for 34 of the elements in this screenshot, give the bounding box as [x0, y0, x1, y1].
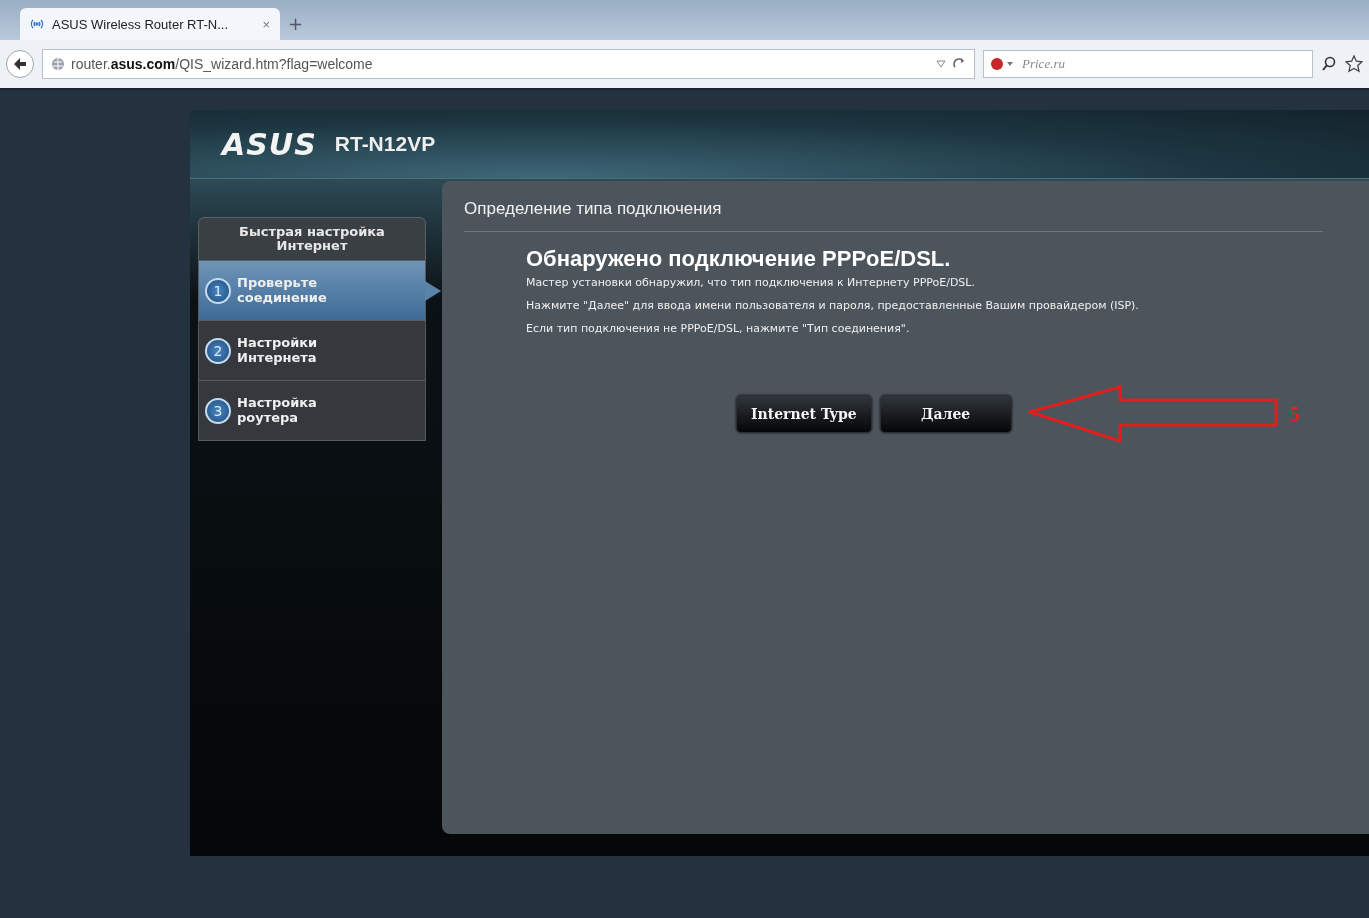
sidebar-title: Быстрая настройка Интернет — [198, 217, 426, 261]
panel-title: Определение типа подключения — [464, 199, 1323, 232]
step-label: Настройка роутера — [237, 395, 318, 426]
step-number: 1 — [205, 277, 231, 304]
dropdown-icon[interactable] — [936, 60, 946, 68]
search-icon[interactable] — [1321, 56, 1337, 72]
info-text: Нажмите "Далее" для ввода имени пользователя и пароля, предоставленные Вашим провайдером (ISP). — [526, 299, 1140, 312]
address-field[interactable]: router.asus.com/QIS_wizard.htm?flag=welcome — [42, 49, 975, 79]
wizard-step[interactable]: 2 Настройки Интернета — [198, 321, 426, 381]
back-button[interactable] — [6, 50, 34, 78]
brand-logo: ASUS — [222, 126, 317, 162]
globe-icon — [51, 57, 65, 71]
info-text: Если тип подключения не PPPoE/DSL, нажмите "Тип соединения". — [526, 322, 911, 335]
new-tab-button[interactable]: + — [288, 13, 304, 34]
step-label: Проверьте соединение — [237, 275, 328, 306]
browser-tab[interactable]: ASUS Wireless Router RT-N... × — [20, 8, 280, 40]
close-icon[interactable]: × — [262, 16, 270, 32]
model-name: RT-N12VP — [334, 132, 436, 156]
wizard-step[interactable]: 3 Настройка роутера — [198, 381, 426, 441]
url-text: router.asus.com/QIS_wizard.htm?flag=welcome — [71, 56, 374, 72]
step-number: 2 — [205, 337, 231, 364]
star-icon[interactable] — [1345, 55, 1363, 73]
step-number: 3 — [205, 397, 231, 424]
wireless-icon — [30, 18, 44, 30]
step-label: Настройки Интернета — [237, 335, 319, 366]
wizard-button[interactable]: Internet Type — [736, 395, 872, 433]
annotation-number: 5 — [1289, 402, 1300, 426]
result-heading: Обнаружено подключение PPPoE/DSL. — [526, 246, 952, 272]
info-text: Мастер установки обнаружил, что тип подключения к Интернету PPPoE/DSL. — [526, 276, 976, 289]
search-engine-icon — [990, 57, 1014, 71]
search-field[interactable]: Price.ru — [983, 50, 1313, 78]
tab-title: ASUS Wireless Router RT-N... — [52, 16, 230, 32]
wizard-button[interactable]: Далее — [879, 395, 1012, 433]
back-arrow-icon — [13, 57, 27, 71]
